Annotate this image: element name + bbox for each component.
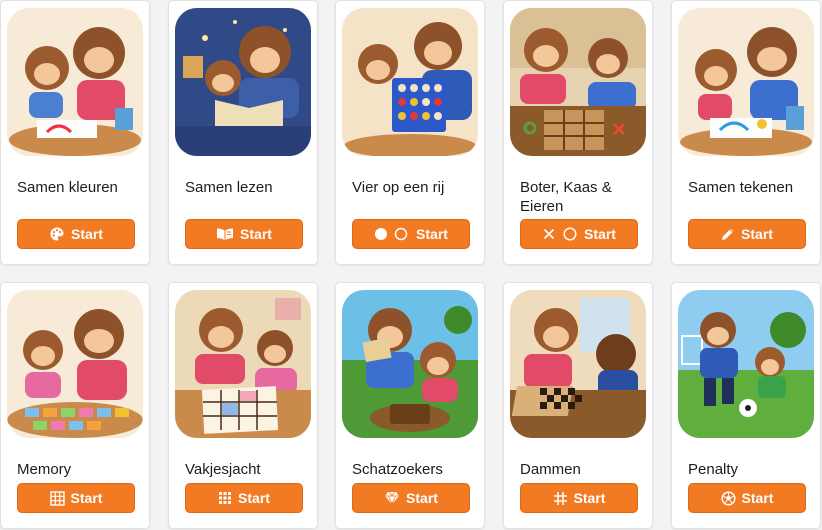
activity-image: [7, 8, 143, 156]
start-button[interactable]: Start: [520, 219, 638, 249]
start-button-label: Start: [240, 226, 272, 242]
grid-icon: [49, 490, 65, 506]
start-button[interactable]: Start: [17, 219, 135, 249]
activity-card-samen-kleuren: Samen kleuren Start: [0, 0, 150, 265]
hashtag-icon: [553, 491, 568, 506]
start-button-label: Start: [741, 490, 774, 506]
start-button[interactable]: Start: [352, 483, 470, 513]
soccer-ball-icon: [720, 490, 736, 506]
start-button[interactable]: Start: [520, 483, 638, 513]
x-circle-icon: [542, 226, 578, 242]
start-button-label: Start: [238, 490, 270, 506]
card-title: Samen lezen: [185, 179, 273, 196]
start-button[interactable]: Start: [185, 219, 303, 249]
activity-card-schatzoekers: Schatzoekers Start: [335, 282, 485, 529]
dots-grid-icon: [218, 491, 232, 505]
activity-image: [175, 290, 311, 438]
activity-image: [510, 290, 646, 438]
card-title: Penalty: [688, 461, 739, 478]
activity-card-vier-op-een-rij: Vier op een rij Start: [335, 0, 485, 265]
activity-image: [175, 8, 311, 156]
palette-icon: [49, 226, 65, 242]
activity-image: [678, 8, 814, 156]
activity-card-memory: Memory Start: [0, 282, 150, 529]
card-title: Vier op een rij: [352, 179, 445, 196]
activity-card-boter-kaas-eieren: Boter, Kaas & Eieren Start: [503, 0, 653, 265]
activity-card-samen-lezen: Samen lezen Start: [168, 0, 318, 265]
card-title: Memory: [17, 461, 72, 478]
activity-card-penalty: Penalty Start: [671, 282, 821, 529]
start-button[interactable]: Start: [688, 483, 806, 513]
activity-card-samen-tekenen: Samen tekenen Start: [671, 0, 821, 265]
start-button-label: Start: [71, 226, 103, 242]
activity-image: [342, 290, 478, 438]
start-button-label: Start: [70, 490, 103, 506]
card-title: Schatzoekers: [352, 461, 443, 478]
card-title: Samen kleuren: [17, 179, 118, 196]
activity-card-dammen: Dammen Start: [503, 282, 653, 529]
activity-image: [7, 290, 143, 438]
book-icon: [216, 227, 234, 241]
start-button-label: Start: [584, 226, 616, 242]
activity-card-vakjesjacht: Vakjesjacht Start: [168, 282, 318, 529]
start-button-label: Start: [573, 490, 606, 506]
activity-image: [510, 8, 646, 156]
card-title: Dammen: [520, 461, 581, 478]
start-button[interactable]: Start: [352, 219, 470, 249]
card-title: Boter, Kaas & Eieren: [520, 179, 612, 215]
start-button-label: Start: [741, 226, 773, 242]
circle-pair-icon: [374, 226, 410, 242]
start-button[interactable]: Start: [17, 483, 135, 513]
pencil-icon: [721, 227, 735, 241]
card-title: Samen tekenen: [688, 179, 794, 196]
activity-image: [342, 8, 478, 156]
start-button-label: Start: [406, 490, 438, 506]
start-button-label: Start: [416, 226, 448, 242]
start-button[interactable]: Start: [185, 483, 303, 513]
gem-icon: [384, 491, 400, 505]
start-button[interactable]: Start: [688, 219, 806, 249]
activity-image: [678, 290, 814, 438]
card-title: Vakjesjacht: [185, 461, 261, 478]
